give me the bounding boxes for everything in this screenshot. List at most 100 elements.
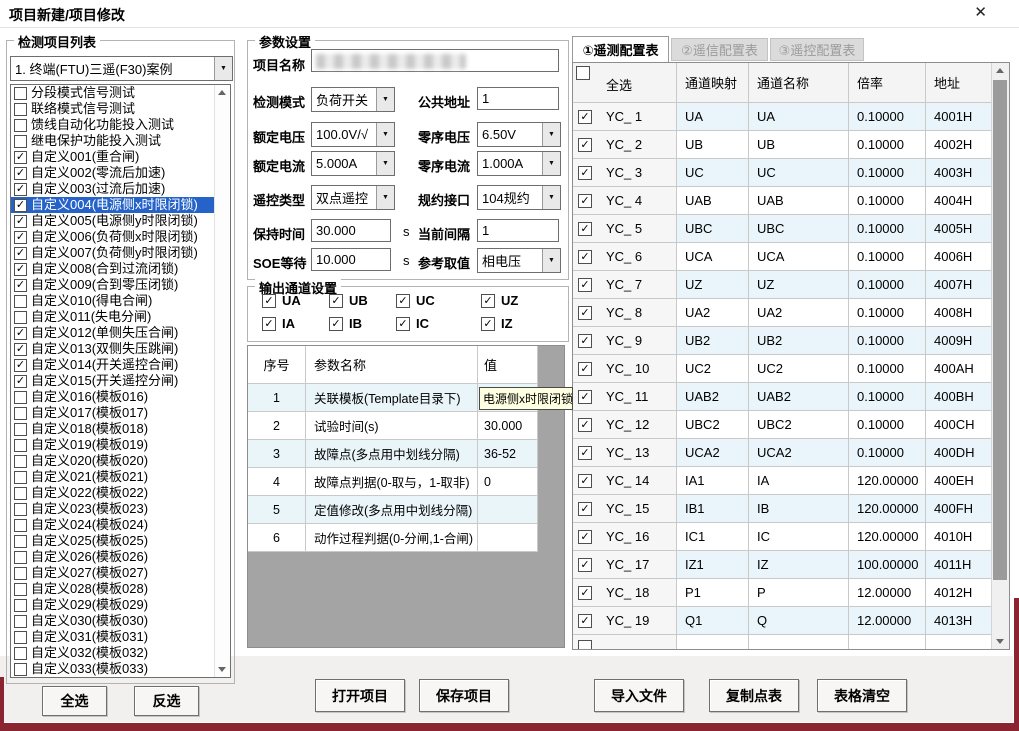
project-list-item[interactable]: ✓ 自定义024(模板024) bbox=[11, 517, 230, 533]
cell-ratio[interactable]: 0.10000 bbox=[849, 103, 926, 131]
cell-channel-name[interactable]: UA2 bbox=[749, 299, 849, 327]
cell-address[interactable]: 400FH bbox=[926, 495, 994, 523]
checkbox[interactable]: ✓ bbox=[14, 231, 27, 244]
cell-ratio[interactable]: 120.00000 bbox=[849, 467, 926, 495]
cell-address[interactable]: 4004H bbox=[926, 187, 994, 215]
checkbox[interactable]: ✓ bbox=[14, 471, 27, 484]
checkbox[interactable]: ✓ bbox=[14, 503, 27, 516]
cell-address[interactable]: 4003H bbox=[926, 159, 994, 187]
chevron-down-icon[interactable]: ▼ bbox=[542, 123, 560, 146]
project-list-item[interactable]: ✓ 自定义021(模板021) bbox=[11, 469, 230, 485]
cell-channel-map[interactable]: Q1 bbox=[677, 607, 749, 635]
project-list-item[interactable]: ✓ 联络模式信号测试 bbox=[11, 101, 230, 117]
project-list-item[interactable]: ✓ 自定义023(模板023) bbox=[11, 501, 230, 517]
channel-toggle[interactable]: ✓ IC bbox=[396, 316, 481, 331]
cell-ratio[interactable]: 0.10000 bbox=[849, 215, 926, 243]
checkbox[interactable]: ✓ bbox=[578, 362, 592, 376]
telemetry-row[interactable]: ✓ YC_ 17 IZ1 IZ 100.00000 4011H bbox=[573, 551, 1009, 579]
checkbox[interactable]: ✓ bbox=[262, 294, 276, 308]
project-list-item[interactable]: ✓ 自定义011(失电分闸) bbox=[11, 309, 230, 325]
checkbox[interactable]: ✓ bbox=[14, 439, 27, 452]
cell-channel-map[interactable]: UAB2 bbox=[677, 383, 749, 411]
cell-ratio[interactable]: 0.10000 bbox=[849, 299, 926, 327]
footer-button[interactable]: 复制点表 bbox=[709, 679, 799, 712]
cell-address[interactable]: 4012H bbox=[926, 579, 994, 607]
cell-channel-map[interactable]: UC2 bbox=[677, 355, 749, 383]
chevron-down-icon[interactable]: ▼ bbox=[214, 57, 232, 80]
footer-button[interactable]: 保存项目 bbox=[419, 679, 509, 712]
cell-ratio[interactable]: 0.10000 bbox=[849, 187, 926, 215]
cell-address[interactable]: 400CH bbox=[926, 411, 994, 439]
project-list-item[interactable]: ✓ 自定义004(电源侧x时限闭锁) bbox=[11, 197, 230, 213]
cell-channel-map[interactable]: UB2 bbox=[677, 327, 749, 355]
telemetry-row[interactable]: ✓ YC_ 9 UB2 UB2 0.10000 4009H bbox=[573, 327, 1009, 355]
cell-address[interactable]: 4013H bbox=[926, 607, 994, 635]
cell-channel-map[interactable]: UAB bbox=[677, 187, 749, 215]
checkbox[interactable]: ✓ bbox=[14, 103, 27, 116]
checkbox[interactable]: ✓ bbox=[578, 530, 592, 544]
cell-channel-name[interactable]: UC bbox=[749, 159, 849, 187]
cell-value[interactable]: 0 bbox=[478, 468, 538, 496]
rated-voltage-select[interactable]: 100.0V/√ ▼ bbox=[311, 122, 395, 147]
table-scrollbar[interactable] bbox=[991, 63, 1009, 649]
cell-channel-name[interactable]: P bbox=[749, 579, 849, 607]
telemetry-row[interactable]: ✓ YC_ 3 UC UC 0.10000 4003H bbox=[573, 159, 1009, 187]
project-list-item[interactable]: ✓ 自定义008(合到过流闭锁) bbox=[11, 261, 230, 277]
project-list-item[interactable]: ✓ 自定义028(模板028) bbox=[11, 581, 230, 597]
cell-ratio[interactable]: 0.10000 bbox=[849, 411, 926, 439]
checkbox[interactable]: ✓ bbox=[14, 263, 27, 276]
cell-address[interactable]: 4010H bbox=[926, 523, 994, 551]
rated-current-select[interactable]: 5.000A ▼ bbox=[311, 151, 395, 176]
cell-address[interactable]: 4001H bbox=[926, 103, 994, 131]
telemetry-row[interactable]: ✓ YC_ 10 UC2 UC2 0.10000 400AH bbox=[573, 355, 1009, 383]
cell-channel-name[interactable]: UZ bbox=[749, 271, 849, 299]
checkbox[interactable]: ✓ bbox=[14, 519, 27, 532]
telemetry-row[interactable]: ✓ YC_ 14 IA1 IA 120.00000 400EH bbox=[573, 467, 1009, 495]
scrollbar-thumb[interactable] bbox=[993, 80, 1007, 580]
project-list-item[interactable]: ✓ 自定义025(模板025) bbox=[11, 533, 230, 549]
cell-address[interactable]: 4007H bbox=[926, 271, 994, 299]
footer-button[interactable]: 打开项目 bbox=[315, 679, 405, 712]
cell-ratio[interactable]: 0.10000 bbox=[849, 271, 926, 299]
cell-address[interactable]: 4008H bbox=[926, 299, 994, 327]
cell-channel-name[interactable]: IZ bbox=[749, 551, 849, 579]
case-select[interactable]: 1. 终端(FTU)三遥(F30)案例 ▼ bbox=[10, 56, 233, 81]
chevron-down-icon[interactable]: ▼ bbox=[542, 249, 560, 272]
project-list-item[interactable]: ✓ 自定义005(电源侧y时限闭锁) bbox=[11, 213, 230, 229]
detect-mode-select[interactable]: 负荷开关 ▼ bbox=[311, 87, 395, 112]
common-addr-input[interactable] bbox=[477, 87, 559, 110]
project-list-item[interactable]: ✓ 自定义016(模板016) bbox=[11, 389, 230, 405]
checkbox[interactable]: ✓ bbox=[14, 663, 27, 676]
telemetry-row[interactable]: ✓ YC_ 7 UZ UZ 0.10000 4007H bbox=[573, 271, 1009, 299]
param-table-row[interactable]: 2 试验时间(s) 30.000 bbox=[248, 412, 564, 440]
project-list-item[interactable]: ✓ 自定义017(模板017) bbox=[11, 405, 230, 421]
checkbox[interactable]: ✓ bbox=[262, 317, 276, 331]
checkbox[interactable]: ✓ bbox=[578, 586, 592, 600]
channel-toggle[interactable]: ✓ UZ bbox=[481, 293, 560, 308]
project-list-item[interactable]: ✓ 自定义013(双侧失压跳闸) bbox=[11, 341, 230, 357]
telemetry-row[interactable]: ✓ YC_ 1 UA UA 0.10000 4001H bbox=[573, 103, 1009, 131]
cell-ratio[interactable]: 0.10000 bbox=[849, 243, 926, 271]
project-list-item[interactable]: ✓ 自定义015(开关遥控分闸) bbox=[11, 373, 230, 389]
checkbox[interactable]: ✓ bbox=[14, 279, 27, 292]
checkbox[interactable]: ✓ bbox=[14, 343, 27, 356]
chevron-down-icon[interactable]: ▼ bbox=[542, 152, 560, 175]
chevron-down-icon[interactable]: ▼ bbox=[376, 186, 394, 209]
checkbox[interactable]: ✓ bbox=[14, 295, 27, 308]
project-list-item[interactable]: ✓ 自定义020(模板020) bbox=[11, 453, 230, 469]
checkbox[interactable]: ✓ bbox=[578, 138, 592, 152]
cell-ratio[interactable]: 0.10000 bbox=[849, 355, 926, 383]
cell-channel-name[interactable]: IB bbox=[749, 495, 849, 523]
remote-type-select[interactable]: 双点遥控 ▼ bbox=[311, 185, 395, 210]
close-icon[interactable]: ✕ bbox=[974, 4, 987, 22]
cell-ratio[interactable]: 0.10000 bbox=[849, 327, 926, 355]
checkbox[interactable]: ✓ bbox=[329, 317, 343, 331]
cell-channel-map[interactable]: IZ1 bbox=[677, 551, 749, 579]
telemetry-row[interactable]: ✓ YC_ 18 P1 P 12.00000 4012H bbox=[573, 579, 1009, 607]
cell-ratio[interactable]: 120.00000 bbox=[849, 495, 926, 523]
checkbox[interactable]: ✓ bbox=[14, 87, 27, 100]
cell-channel-map[interactable]: UCA bbox=[677, 243, 749, 271]
cell-channel-name[interactable]: UB bbox=[749, 131, 849, 159]
project-list-item[interactable]: ✓ 自定义022(模板022) bbox=[11, 485, 230, 501]
cell-channel-name[interactable]: UCA2 bbox=[749, 439, 849, 467]
